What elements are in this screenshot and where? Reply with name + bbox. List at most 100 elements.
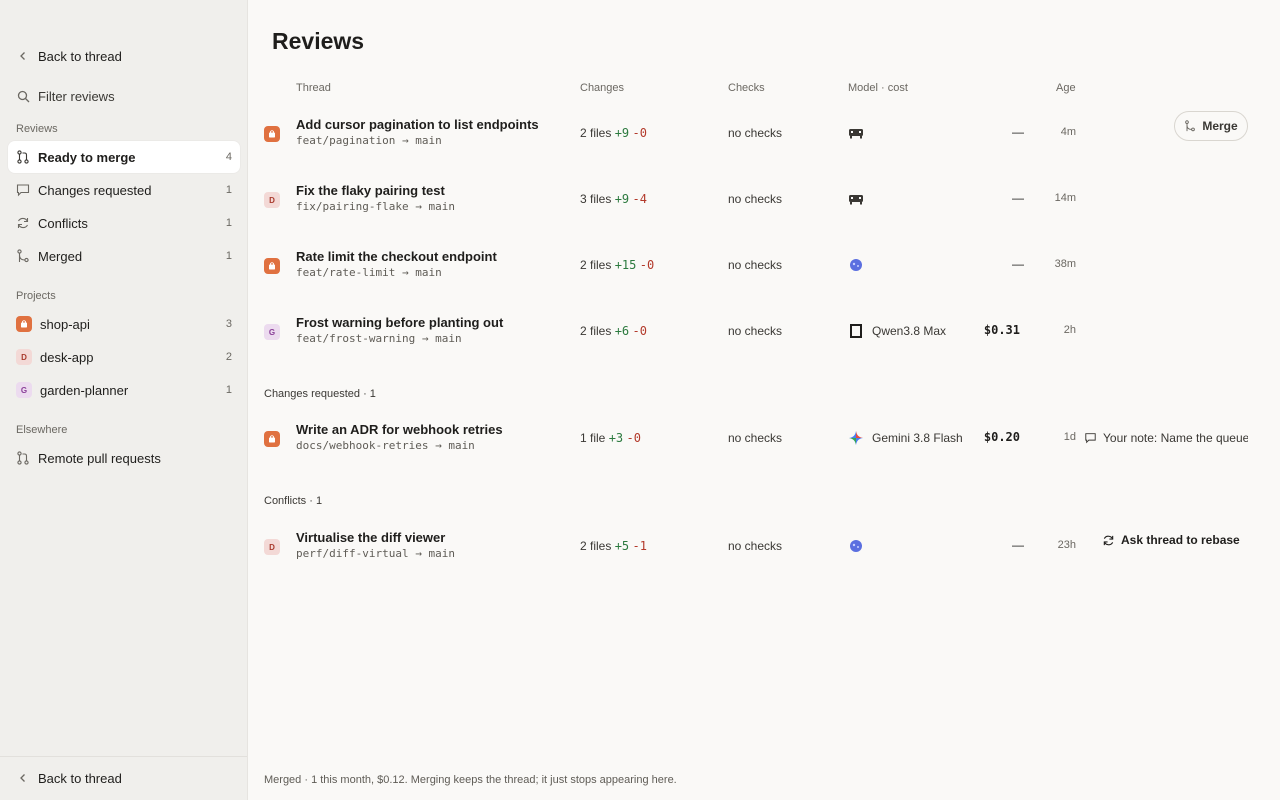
sidebar: Back to thread Filter reviews Reviews Re… [0,0,248,800]
sidebar-item-label: Remote pull requests [38,450,161,466]
robot-model-icon [848,191,864,207]
merge-icon [16,249,30,263]
sidebar-project-desk-app[interactable]: D desk-app 2 [8,341,240,373]
column-header-age: Age [1056,82,1076,94]
page-title: Reviews [272,28,365,54]
review-title[interactable]: Virtualise the diff viewer [296,530,445,545]
shopping-bag-icon [264,258,280,274]
shopping-bag-icon [16,316,32,332]
changes-additions: +6 [614,324,630,338]
project-count: 1 [225,384,232,396]
bottom-back-to-thread-link[interactable]: Back to thread [8,762,240,794]
review-changes: 1 file +3 -0 [580,431,641,445]
review-changes: 2 files +6 -0 [580,324,647,338]
changes-files: 2 files [580,126,612,140]
review-branch: feat/rate-limit → main [296,266,442,279]
review-branch: docs/webhook-retries → main [296,439,475,452]
review-cost: — [1012,191,1024,205]
review-branch: perf/diff-virtual → main [296,547,455,560]
sidebar-item-changes-requested[interactable]: Changes requested 1 [8,174,240,206]
back-to-thread-label: Back to thread [38,770,122,786]
review-title[interactable]: Rate limit the checkout endpoint [296,249,497,264]
back-to-thread-link[interactable]: Back to thread [8,40,240,72]
review-age: 38m [1054,258,1076,270]
review-model [848,191,872,207]
changes-additions: +15 [614,258,637,272]
review-cost: — [1012,538,1024,552]
sidebar-item-count: 4 [225,151,232,163]
model-name: Qwen3.8 Max [872,324,947,338]
sidebar-item-label: Changes requested [38,182,152,198]
changes-deletions: -0 [626,431,641,445]
review-title[interactable]: Add cursor pagination to list endpoints [296,117,539,132]
project-letter-badge: D [16,349,32,365]
changes-deletions: -1 [632,539,647,553]
review-cost: $0.31 [983,323,1020,337]
project-letter-badge: G [264,324,280,340]
review-checks: no checks [728,539,783,553]
project-count: 2 [225,351,232,363]
review-branch: feat/frost-warning → main [296,332,462,345]
changes-additions: +5 [614,539,630,553]
review-changes: 3 files +9 -4 [580,192,647,206]
footer-note: Merged · 1 this month, $0.12. Merging ke… [264,774,677,786]
review-row[interactable]: Rate limit the checkout endpoint feat/ra… [248,249,1280,314]
review-row[interactable]: D Virtualise the diff viewer perf/diff-v… [248,530,1280,595]
conflicts-section-label: Conflicts · 1 [264,495,323,507]
sidebar-project-garden-planner[interactable]: G garden-planner 1 [8,374,240,406]
review-age: 14m [1054,192,1076,204]
review-changes: 2 files +9 -0 [580,126,647,140]
shopping-bag-icon [264,431,280,447]
sidebar-item-remote-pull-requests[interactable]: Remote pull requests [8,442,240,474]
project-label: shop-api [40,316,90,332]
reviews-main: Reviews Thread Changes Checks Model · co… [248,0,1280,800]
sidebar-item-label: Conflicts [38,215,88,231]
merge-button-label: Merge [1202,119,1238,133]
review-row[interactable]: D Fix the flaky pairing test fix/pairing… [248,183,1280,248]
filter-reviews-input[interactable]: Filter reviews [8,80,240,112]
review-note[interactable]: Your note: Name the queue [1084,431,1248,445]
chevron-left-icon [16,49,30,63]
review-model [848,125,872,141]
review-cost: — [1012,257,1024,271]
review-row[interactable]: G Frost warning before planting out feat… [248,315,1280,380]
refresh-icon [1102,534,1115,547]
review-checks: no checks [728,258,783,272]
back-to-thread-label: Back to thread [38,48,122,64]
changes-deletions: -4 [632,192,647,206]
review-model: Gemini 3.8 Flash [848,430,963,446]
review-model [848,538,872,554]
project-label: garden-planner [40,382,129,398]
review-model: Qwen3.8 Max [848,323,946,339]
gemini-sparkle-icon [848,430,864,446]
review-row[interactable]: Add cursor pagination to list endpoints … [248,111,1280,182]
merge-button[interactable]: Merge [1174,111,1248,141]
pull-request-icon [16,451,30,465]
review-age: 23h [1057,539,1076,551]
chevron-left-icon [16,771,30,785]
changes-files: 2 files [580,539,612,553]
sidebar-project-shop-api[interactable]: shop-api 3 [8,308,240,340]
project-label: desk-app [40,349,94,365]
sidebar-divider [0,756,247,757]
ask-rebase-label: Ask thread to rebase [1121,533,1240,547]
comment-icon [1084,432,1097,444]
sidebar-item-merged[interactable]: Merged 1 [8,240,240,272]
pull-request-icon [16,150,30,164]
changes-requested-section-label: Changes requested · 1 [264,388,376,400]
ask-rebase-button[interactable]: Ask thread to rebase [1102,531,1240,549]
column-header-thread: Thread [296,82,331,94]
sidebar-item-conflicts[interactable]: Conflicts 1 [8,207,240,239]
sidebar-item-count: 1 [225,250,232,262]
review-title[interactable]: Fix the flaky pairing test [296,183,445,198]
review-title[interactable]: Frost warning before planting out [296,315,503,330]
review-row[interactable]: Write an ADR for webhook retries docs/we… [248,422,1280,487]
merge-icon [1184,120,1196,132]
sidebar-item-ready-to-merge[interactable]: Ready to merge 4 [8,141,240,173]
square-model-icon [848,323,864,339]
review-title[interactable]: Write an ADR for webhook retries [296,422,503,437]
column-header-checks: Checks [728,82,765,94]
sidebar-item-label: Merged [38,248,83,264]
changes-files: 3 files [580,192,612,206]
shopping-bag-icon [264,126,280,142]
